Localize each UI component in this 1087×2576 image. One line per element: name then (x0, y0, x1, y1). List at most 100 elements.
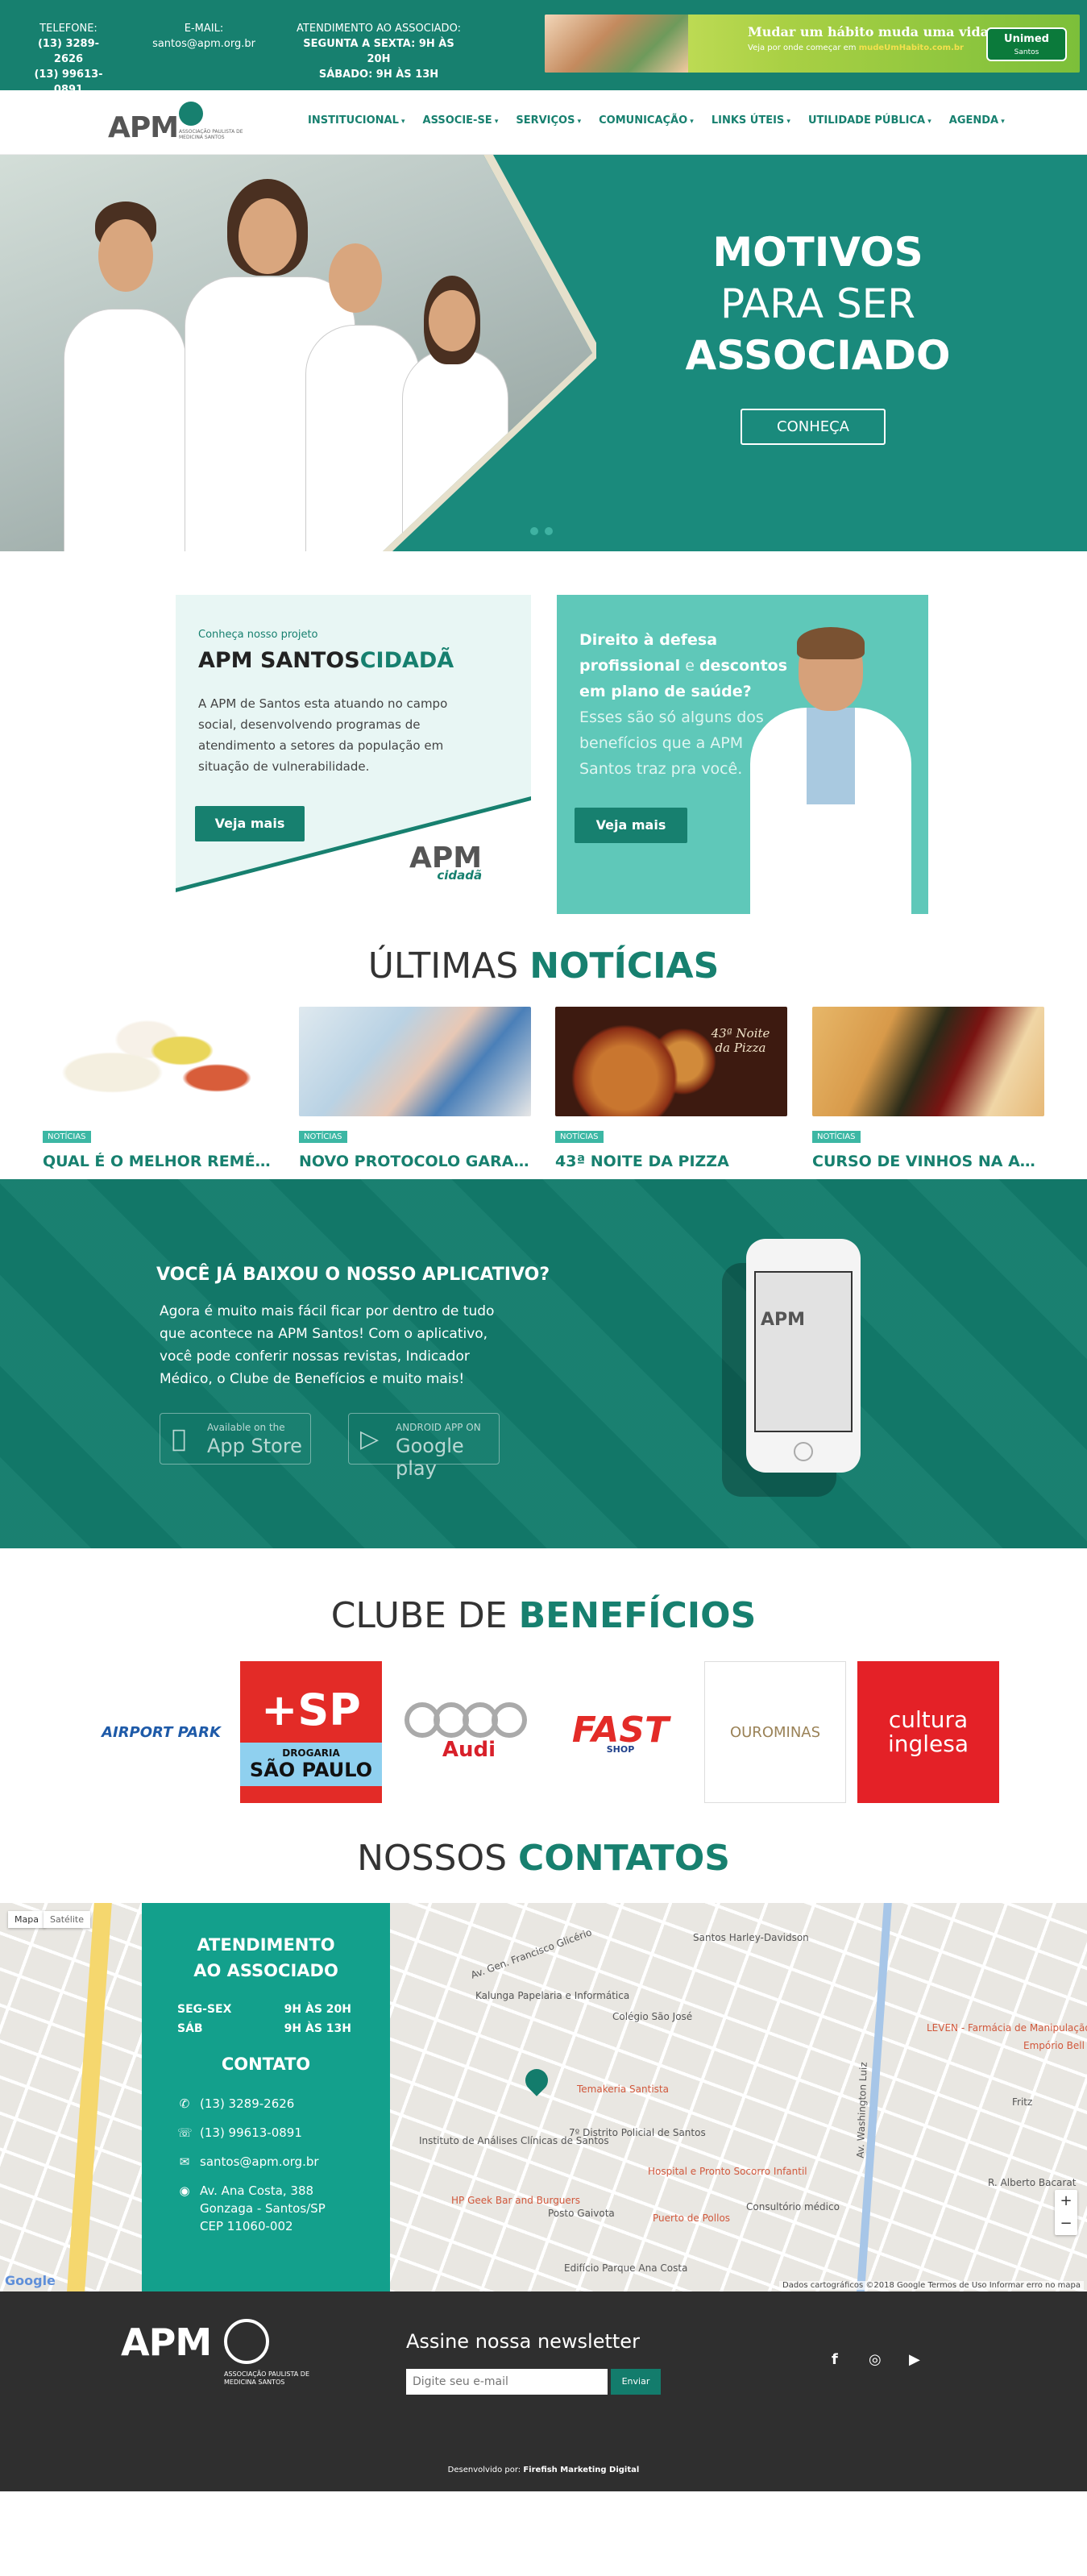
map-label: LEVEN - Farmácia de Manipulação (927, 2022, 1087, 2034)
benefits-bold-a: Direito à defesa profissional (579, 631, 718, 675)
cultura-text: cultura (888, 1706, 969, 1733)
menu-item-agenda[interactable]: AGENDA (949, 114, 1005, 127)
phone-screen (754, 1271, 853, 1432)
ad-sub-prefix: Veja por onde começar em (748, 44, 857, 52)
newsletter-email-input[interactable] (406, 2369, 608, 2395)
slider-dots (530, 527, 553, 535)
app-body: Agora é muito mais fácil ficar por dentr… (160, 1303, 495, 1387)
zoom-out-icon[interactable]: − (1055, 2212, 1077, 2235)
map-attribution[interactable]: Dados cartográficos ©2018 Google Termos … (779, 2281, 1084, 2290)
ad-sub-link: mudeUmHabito.com.br (858, 44, 964, 52)
map-label: Fritz (1012, 2096, 1033, 2108)
hours-saturday: SÁBADO: 9H ÀS 13H (318, 69, 439, 81)
address-line: CEP 11060-002 (200, 2219, 293, 2233)
map-label: Instituto de Análises Clínicas de Santos (419, 2135, 609, 2146)
map-label: Empório Bell (1023, 2040, 1085, 2051)
address-line: Av. Ana Costa, 388 (200, 2183, 314, 2198)
phone-1[interactable]: (13) 3289-2626 (32, 36, 105, 67)
footer-logo[interactable]: APM (121, 2320, 212, 2364)
map-label: Puerto de Pollos (653, 2212, 731, 2224)
map-tab-mapa[interactable]: Mapa (8, 1911, 45, 1928)
cidada-kicker: Conheça nosso projeto (198, 629, 318, 641)
news-tag[interactable]: NOTÍCIAS (555, 1131, 604, 1143)
person-head (98, 219, 153, 292)
person-figure (306, 326, 419, 551)
brand-cultura-inglesa[interactable]: cultura inglesa (857, 1661, 999, 1803)
apm-logo[interactable]: APM ASSOCIAÇÃO PAULISTA DE MEDICINA SANT… (108, 100, 243, 145)
map-zoom-controls[interactable]: + − (1055, 2190, 1077, 2235)
benefits-connector: e (685, 657, 695, 675)
logo-text: APM (108, 111, 179, 144)
contact-whatsapp-text: (13) 99613-0891 (200, 2125, 302, 2140)
app-store-small: Available on the (207, 1422, 285, 1433)
menu-item-comunicacao[interactable]: COMUNICAÇÃO (599, 114, 694, 127)
contact-panel: ATENDIMENTO AO ASSOCIADO SEG-SEX 9H ÀS 20… (142, 1903, 390, 2291)
benefits-text: Direito à defesa profissional e desconto… (579, 627, 789, 782)
google-map[interactable]: Mapa Satélite Santos Harley-Davidson Kal… (0, 1903, 1087, 2291)
map-tab-satelite[interactable]: Satélite (44, 1911, 90, 1928)
google-play-big: Google play (396, 1435, 464, 1480)
hours-time: 9H ÀS 13H (284, 2022, 351, 2035)
google-play-button[interactable]: ▷ ANDROID APP ON Google play (348, 1413, 500, 1480)
contacts-heading-a: NOSSOS (357, 1838, 508, 1879)
slider-dot[interactable] (530, 527, 538, 535)
sao-paulo-label: SÃO PAULO (249, 1759, 373, 1781)
menu-item-utilidade-publica[interactable]: UTILIDADE PÚBLICA (808, 114, 931, 127)
contact-title: CONTATO (221, 2055, 311, 2074)
zoom-in-icon[interactable]: + (1055, 2190, 1077, 2212)
brand-drogaria-sp[interactable]: +SP DROGARIA SÃO PAULO (240, 1661, 382, 1803)
menu-item-institucional[interactable]: INSTITUCIONAL (308, 114, 405, 127)
youtube-icon[interactable]: ▶ (909, 2351, 920, 2368)
news-title[interactable]: 43ª NOITE DA PIZZA (555, 1153, 787, 1170)
slider-dot[interactable] (545, 527, 553, 535)
menu-item-links-uteis[interactable]: LINKS ÚTEIS (712, 114, 790, 127)
contact-phone[interactable]: ✆ (13) 3289-2626 (142, 2095, 390, 2113)
wine-image (812, 1007, 1044, 1116)
benefits-veja-mais-button[interactable]: Veja mais (575, 808, 687, 843)
apm-cidada-card: Conheça nosso projeto APM SANTOSCIDADÃ A… (176, 595, 531, 914)
menu-item-associe-se[interactable]: ASSOCIE-SE (423, 114, 499, 127)
app-store-button[interactable]:  Available on the App Store (160, 1413, 311, 1465)
envelope-icon: ✉ (179, 2154, 190, 2169)
news-heading-b: NOTÍCIAS (529, 945, 720, 987)
news-card[interactable]: NOTÍCIAS CURSO DE VINHOS NA APM SANTOS (812, 1007, 1044, 1170)
brand-ourominas[interactable]: OUROMINAS (704, 1661, 846, 1803)
footer-logo-subtitle: ASSOCIAÇÃO PAULISTA DE MEDICINA SANTOS (224, 2370, 309, 2386)
news-list: NOTÍCIAS QUAL É O MELHOR REMÉDIO PARA DO… (0, 1007, 1087, 1170)
phone-icon: ✆ (179, 2096, 190, 2111)
news-card[interactable]: NOTÍCIAS QUAL É O MELHOR REMÉDIO PARA DO… (43, 1007, 275, 1170)
menu-item-servicos[interactable]: SERVIÇOS (516, 114, 581, 127)
facebook-icon[interactable]: f (832, 2351, 838, 2368)
brand-audi[interactable]: Audi (398, 1661, 540, 1803)
contact-phone-text: (13) 3289-2626 (200, 2096, 295, 2111)
news-title[interactable]: CURSO DE VINHOS NA APM SANTOS (812, 1153, 1044, 1170)
ad-headline: Mudar um hábito muda uma vida. (748, 24, 994, 39)
hero-slider: MOTIVOS PARA SER ASSOCIADO CONHEÇA (0, 155, 1087, 551)
google-logo: Google (5, 2273, 56, 2288)
credit-name[interactable]: Firefish Marketing Digital (523, 2466, 639, 2474)
newsletter-submit-button[interactable]: Enviar (611, 2369, 661, 2395)
email-link[interactable]: santos@apm.org.br (143, 36, 264, 52)
instagram-icon[interactable]: ◎ (869, 2351, 882, 2368)
cidada-body: A APM de Santos esta atuando no campo so… (198, 696, 448, 774)
contact-email[interactable]: ✉ santos@apm.org.br (142, 2153, 390, 2171)
cidada-veja-mais-button[interactable]: Veja mais (195, 806, 305, 841)
news-card[interactable]: 43ª Noite da Pizza NOTÍCIAS 43ª NOITE DA… (555, 1007, 787, 1170)
app-heading: VOCÊ JÁ BAIXOU O NOSSO APLICATIVO? (156, 1265, 550, 1285)
brand-airport-park[interactable]: AIRPORT PARK (90, 1661, 232, 1803)
news-title[interactable]: NOVO PROTOCOLO GARANTE MEDICAMENTOS (299, 1153, 531, 1170)
contact-whatsapp[interactable]: ☏ (13) 99613-0891 (142, 2124, 390, 2142)
ad-subline: Veja por onde começar em mudeUmHabito.co… (748, 44, 964, 52)
map-label: Kalunga Papelaria e Informática (475, 1990, 630, 2001)
news-tag[interactable]: NOTÍCIAS (299, 1131, 347, 1143)
news-title[interactable]: QUAL É O MELHOR REMÉDIO PARA DOR? (43, 1153, 275, 1170)
map-label: Santos Harley-Davidson (693, 1932, 809, 1943)
hero-conheca-button[interactable]: CONHEÇA (741, 409, 886, 445)
contact-address: ◉ Av. Ana Costa, 388 Gonzaga - Santos/SP CE… (142, 2182, 390, 2235)
news-tag[interactable]: NOTÍCIAS (43, 1131, 91, 1143)
brand-fast-shop[interactable]: FAST SHOP (550, 1661, 691, 1803)
news-tag[interactable]: NOTÍCIAS (812, 1131, 861, 1143)
unimed-banner-ad[interactable]: Mudar um hábito muda uma vida. Veja por … (545, 15, 1080, 73)
credit-prefix: Desenvolvido por: (447, 2466, 521, 2474)
news-card[interactable]: NOTÍCIAS NOVO PROTOCOLO GARANTE MEDICAME… (299, 1007, 531, 1170)
